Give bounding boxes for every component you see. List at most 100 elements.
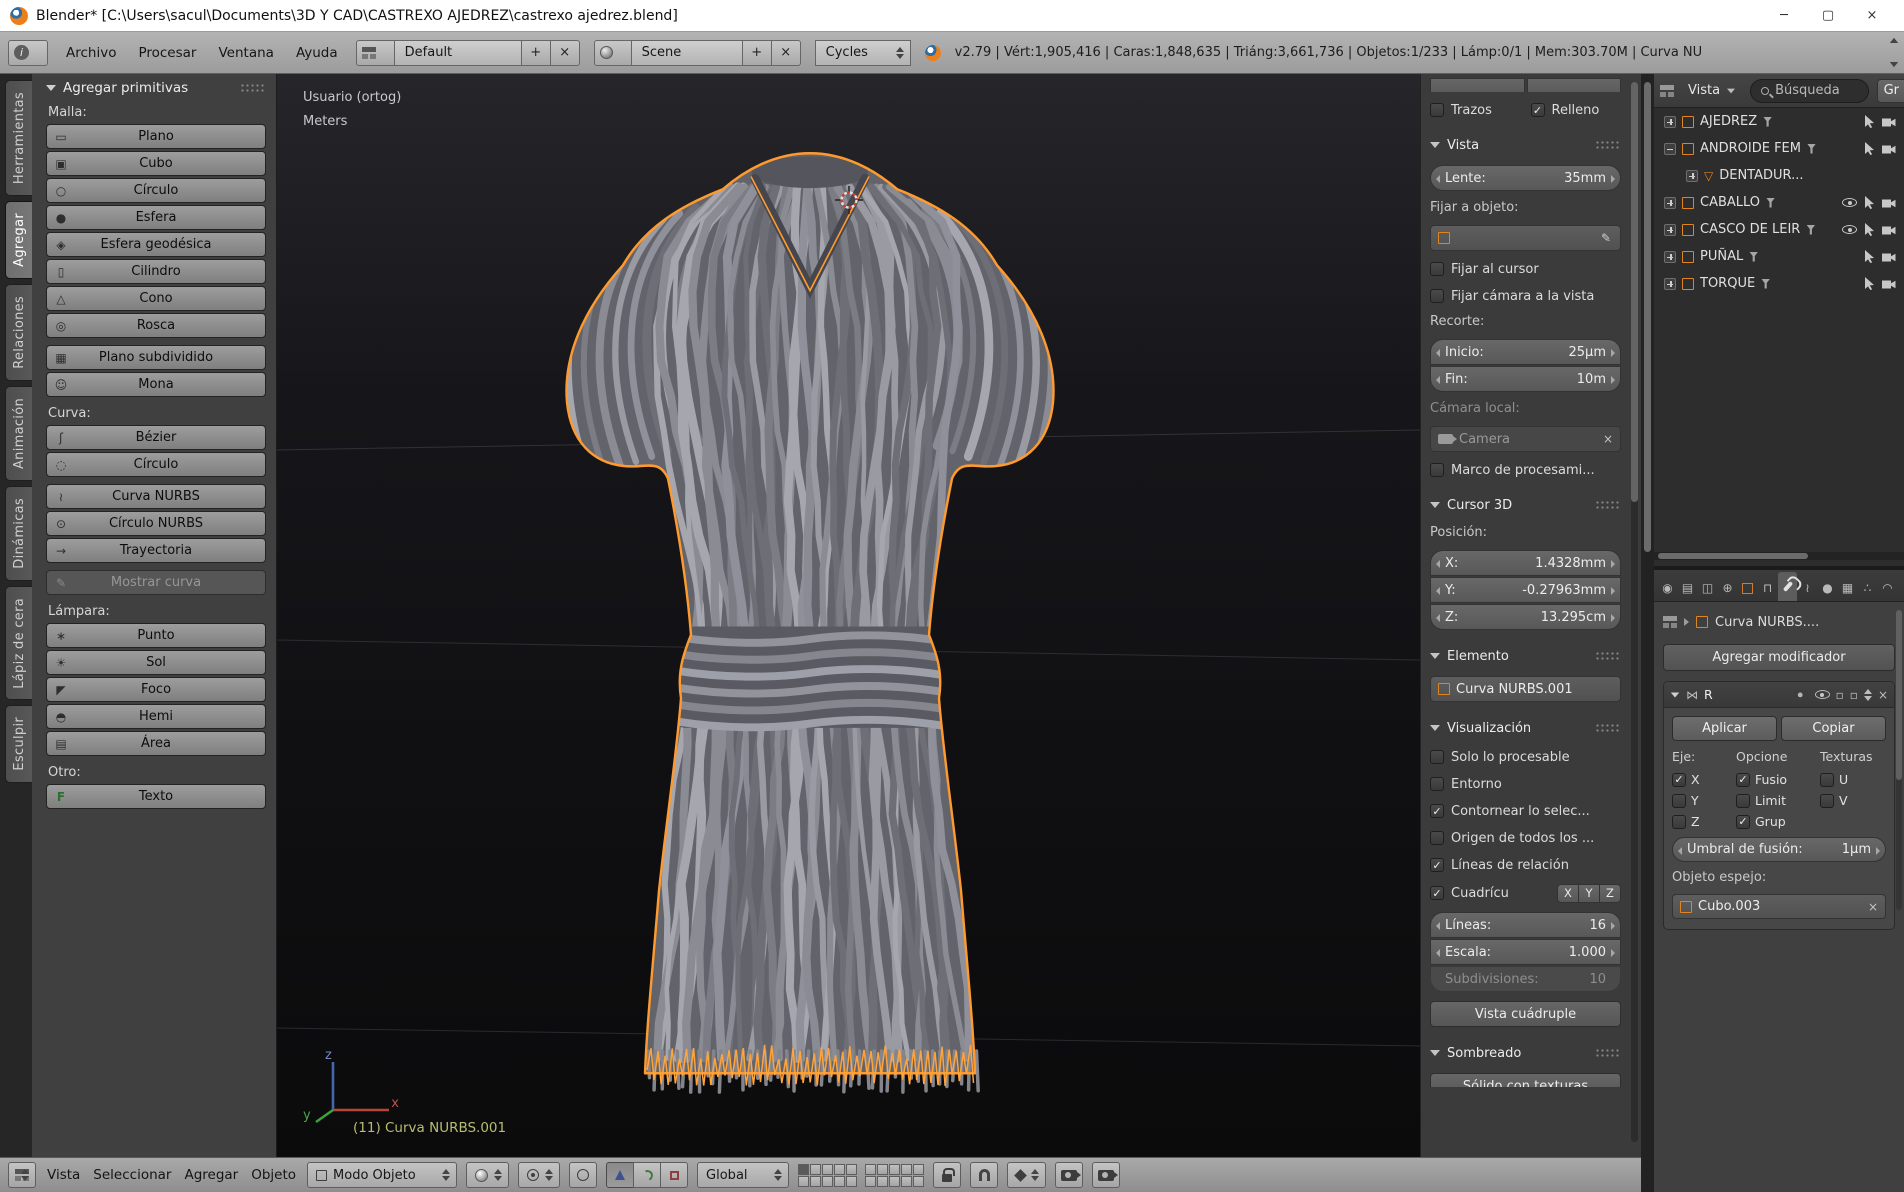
panel-vista-header[interactable]: Vista <box>1430 134 1621 156</box>
snap-toggle-button[interactable] <box>970 1162 998 1188</box>
layers-group-1[interactable] <box>798 1164 857 1187</box>
outline-selected-checkbox[interactable]: Contornear lo selec... <box>1430 802 1621 820</box>
grid-axis-x-toggle[interactable]: X <box>1557 884 1579 903</box>
increment-arrow-icon[interactable] <box>1611 349 1615 357</box>
all-object-origins-checkbox[interactable]: Origen de todos los ... <box>1430 829 1621 847</box>
close-button[interactable]: × <box>1850 3 1894 29</box>
selectable-cursor-icon[interactable] <box>1864 250 1875 263</box>
menu-objeto[interactable]: Objeto <box>249 1167 298 1183</box>
decrement-arrow-icon[interactable] <box>1436 614 1440 622</box>
mode-select[interactable]: Modo Objeto <box>307 1162 457 1188</box>
add-esfera-button[interactable]: ●Esfera <box>46 205 266 230</box>
region-splitter[interactable] <box>1641 74 1654 1192</box>
editor-type-properties-icon[interactable] <box>1663 616 1677 628</box>
outliner-horizontal-scrollbar[interactable] <box>1654 552 1904 560</box>
tool-tab-lapiz-de-cera[interactable]: Lápiz de cera <box>5 586 32 701</box>
layer-toggle[interactable] <box>798 1164 809 1175</box>
data-tab[interactable]: ≀ <box>1798 575 1817 601</box>
expand-icon[interactable] <box>1664 197 1676 209</box>
expand-icon[interactable] <box>1686 170 1698 182</box>
apply-button[interactable]: Aplicar <box>1672 716 1777 741</box>
scrollbar-thumb[interactable] <box>1631 82 1638 502</box>
panel-sombreado-header[interactable]: Sombreado <box>1430 1042 1621 1064</box>
increment-arrow-icon[interactable] <box>1611 949 1615 957</box>
cursor-x-field[interactable]: X:1.4328mm <box>1430 550 1621 576</box>
add-lamp-area-button[interactable]: ▤Área <box>46 731 266 756</box>
item-name-field[interactable]: Curva NURBS.001 <box>1430 676 1621 702</box>
outliner-search-field[interactable]: Búsqueda <box>1750 79 1869 103</box>
outliner-item-caballo[interactable]: CABALLO <box>1654 189 1904 216</box>
vertex-groups-checkbox[interactable]: Grup <box>1736 814 1820 829</box>
increment-arrow-icon[interactable] <box>1611 175 1615 183</box>
editor-type-3dview-button[interactable] <box>8 1162 36 1188</box>
object-tab[interactable] <box>1738 575 1757 601</box>
texture-u-checkbox[interactable]: U <box>1820 772 1848 787</box>
layer-toggle[interactable] <box>913 1176 924 1187</box>
panel-grip-icon[interactable] <box>1595 500 1621 510</box>
tool-tab-animacion[interactable]: Animación <box>5 386 32 481</box>
copy-button[interactable]: Copiar <box>1781 716 1886 741</box>
clear-icon[interactable]: × <box>1603 432 1613 446</box>
decrement-arrow-icon[interactable] <box>1436 949 1440 957</box>
expand-icon[interactable] <box>1664 251 1676 263</box>
only-render-checkbox[interactable]: Solo lo procesable <box>1430 748 1621 766</box>
scene-browse-button[interactable] <box>594 40 632 66</box>
expand-icon[interactable] <box>1664 116 1676 128</box>
delete-modifier-icon[interactable]: × <box>1878 688 1888 702</box>
shading-mode-button[interactable]: Sólido con texturas <box>1430 1073 1621 1087</box>
add-plano-button[interactable]: ▭Plano <box>46 124 266 149</box>
layers-group-2[interactable] <box>865 1164 924 1187</box>
layer-toggle[interactable] <box>913 1164 924 1175</box>
menu-ayuda[interactable]: Ayuda <box>292 43 342 63</box>
cursor-3d[interactable] <box>835 186 863 214</box>
add-bezier-button[interactable]: ʃBézier <box>46 425 266 450</box>
tool-tab-esculpir[interactable]: Esculpir <box>5 705 32 783</box>
increment-arrow-icon[interactable] <box>1876 847 1880 855</box>
add-lamp-hemi-button[interactable]: ◓Hemi <box>46 704 266 729</box>
render-animation-button[interactable] <box>1092 1162 1120 1188</box>
layer-toggle[interactable] <box>834 1164 845 1175</box>
scrollbar-thumb[interactable] <box>1644 82 1651 552</box>
eye-icon[interactable] <box>1842 225 1857 234</box>
decrement-arrow-icon[interactable] <box>1436 175 1440 183</box>
manipulator-translate-button[interactable] <box>606 1162 634 1188</box>
layer-toggle[interactable] <box>834 1176 845 1187</box>
outliner-item-casco-de-leiro[interactable]: CASCO DE LEIR <box>1654 216 1904 243</box>
maximize-button[interactable]: ▢ <box>1806 3 1850 29</box>
decrement-arrow-icon[interactable] <box>1436 349 1440 357</box>
outliner-filter-truncated[interactable]: Gr <box>1877 79 1904 103</box>
layer-toggle[interactable] <box>846 1176 857 1187</box>
add-texto-button[interactable]: FTexto <box>46 784 266 809</box>
eye-icon[interactable] <box>1842 198 1857 207</box>
decrement-arrow-icon[interactable] <box>1436 376 1440 384</box>
grid-lines-field[interactable]: Líneas:16 <box>1430 912 1621 938</box>
grid-floor-checkbox[interactable]: Cuadrícu <box>1430 884 1509 902</box>
layer-toggle[interactable] <box>822 1176 833 1187</box>
layer-toggle[interactable] <box>877 1164 888 1175</box>
render-toggle-icon[interactable] <box>1794 690 1807 699</box>
increment-arrow-icon[interactable] <box>1611 560 1615 568</box>
layer-toggle[interactable] <box>901 1164 912 1175</box>
viewport-visibility-icon[interactable] <box>1815 690 1830 699</box>
add-cubo-button[interactable]: ▣Cubo <box>46 151 266 176</box>
lock-to-cursor-checkbox[interactable]: Fijar al cursor <box>1430 260 1621 278</box>
panel-elemento-header[interactable]: Elemento <box>1430 645 1621 667</box>
particles-tab[interactable]: ∴ <box>1858 575 1877 601</box>
panel-grip-icon[interactable] <box>1595 651 1621 661</box>
render-camera-icon[interactable] <box>1882 278 1896 289</box>
properties-scrollbar[interactable] <box>1896 610 1902 910</box>
layer-toggle[interactable] <box>889 1164 900 1175</box>
selectable-cursor-icon[interactable] <box>1864 223 1875 236</box>
screen-layout-field[interactable]: Default <box>394 40 522 66</box>
mirror-x-checkbox[interactable]: X <box>1672 772 1736 787</box>
collapse-icon[interactable] <box>1664 143 1676 155</box>
add-cilindro-button[interactable]: ▯Cilindro <box>46 259 266 284</box>
layer-toggle[interactable] <box>810 1164 821 1175</box>
shading-select[interactable] <box>466 1162 509 1188</box>
cursor-y-field[interactable]: Y:-0.27963mm <box>1430 577 1621 603</box>
pivot-align-button[interactable] <box>569 1162 597 1188</box>
layer-toggle[interactable] <box>865 1176 876 1187</box>
menu-vista-3d[interactable]: Vista <box>45 1167 82 1183</box>
toggle-quad-view-button[interactable]: Vista cuádruple <box>1430 1001 1621 1027</box>
add-lamp-sol-button[interactable]: ☀Sol <box>46 650 266 675</box>
